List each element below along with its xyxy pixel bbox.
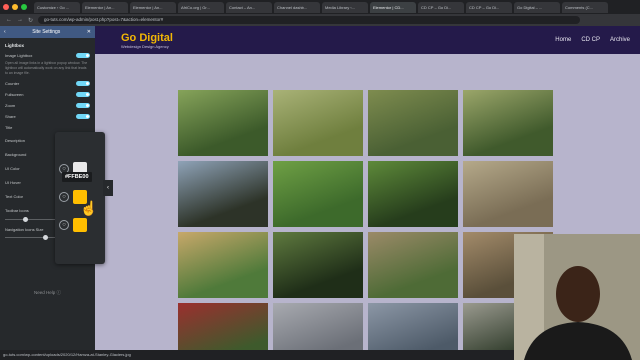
url-field[interactable]: go-tuts.com/wp-admin/post.php?post=7&act… [38, 16, 580, 24]
image-lightbox-row: Image Lightbox [0, 50, 95, 61]
gallery-photo[interactable] [178, 303, 268, 350]
logo-subtitle: Webdesign Design Agency [121, 43, 169, 49]
browser-tab[interactable]: Elementor | CD... [370, 1, 416, 13]
toggle-row-share: Share [0, 111, 95, 122]
gallery-photo[interactable] [463, 161, 553, 227]
site-logo[interactable]: Go Digital Webdesign Design Agency [121, 32, 173, 49]
lightbox-description: Open all image links in a lightbox popup… [5, 61, 88, 75]
toggle-rows: Counter Fullscreen Zoom Share [0, 78, 95, 122]
gallery-photo[interactable] [368, 161, 458, 227]
gallery-photo[interactable] [178, 161, 268, 227]
gallery-photo[interactable] [178, 232, 268, 298]
browser-tab[interactable]: Media Library ‹... [322, 1, 368, 13]
color-tooltip: #FFBE00 [62, 172, 92, 182]
presenter-video [514, 234, 640, 360]
close-window-button[interactable] [3, 4, 9, 10]
site-header: Go Digital Webdesign Design Agency Home C… [95, 26, 640, 54]
webcam-overlay [514, 234, 640, 360]
toggle-label: Counter [5, 81, 20, 86]
nav-link[interactable]: Archive [610, 37, 630, 43]
collapse-panel-button[interactable]: ‹ [103, 180, 113, 196]
color-row-label: Description [5, 137, 26, 143]
tabs: Customize ‹ Go ... Elementor | An... Eleme… [34, 1, 608, 13]
photo-gallery [178, 90, 553, 350]
browser-tab[interactable]: Channel dashb... [274, 1, 320, 13]
color-row-label: UI Color [5, 165, 20, 171]
forward-icon[interactable]: → [17, 17, 23, 23]
globe-icon[interactable]: ○ [59, 220, 69, 230]
slider-knob[interactable] [43, 235, 48, 240]
section-lightbox[interactable]: Lightbox [0, 38, 95, 50]
gallery-photo[interactable] [368, 90, 458, 156]
gallery-photo[interactable] [273, 232, 363, 298]
toggle-label: Share [5, 114, 16, 119]
gallery-photo[interactable] [178, 90, 268, 156]
hand-cursor-icon: ☝ [80, 200, 98, 216]
gallery-photo[interactable] [273, 90, 363, 156]
gallery-photo[interactable] [463, 90, 553, 156]
globe-icon[interactable]: ○ [59, 192, 69, 202]
panel-header: ‹ Site Settings ✕ [0, 26, 95, 38]
panel-title: Site Settings [32, 29, 61, 35]
color-popover: ○ ○ ○ [55, 132, 105, 264]
back-icon[interactable]: ← [6, 17, 12, 23]
color-swatch[interactable] [73, 218, 87, 232]
image-lightbox-toggle[interactable] [76, 53, 90, 58]
nav-link[interactable]: CD CP [581, 37, 600, 43]
toggle-label: Zoom [5, 103, 16, 108]
browser-tab[interactable]: Elementor | An... [130, 1, 176, 13]
color-row-label: UI Hover [5, 179, 21, 185]
toggle-row-zoom: Zoom [0, 100, 95, 111]
window-controls [3, 4, 27, 10]
image-lightbox-label: Image Lightbox [5, 53, 33, 58]
address-bar: ← → ↻ go-tuts.com/wp-admin/post.php?post… [0, 14, 640, 26]
tab-strip: Customize ‹ Go ... Elementor | An... Eleme… [0, 0, 640, 14]
color-row-label: Toolbar Icons [5, 207, 29, 213]
gallery-photo[interactable] [273, 161, 363, 227]
nav-link[interactable]: Home [555, 37, 571, 43]
close-icon[interactable]: ✕ [87, 29, 91, 35]
color-row-label: Text Color [5, 193, 24, 199]
browser-tab[interactable]: CD CP – Go Di... [418, 1, 464, 13]
status-bar: go-tuts.com/wp-content/uploads/2020/12/H… [0, 350, 200, 360]
browser-tab[interactable]: AfriCo.org | Gr... [178, 1, 224, 13]
minimize-window-button[interactable] [12, 4, 18, 10]
browser-tab[interactable]: Go Digital – ... [514, 1, 560, 13]
toggle-switch[interactable] [76, 81, 90, 86]
nav-icons-label: Navigation Icons Size [5, 227, 44, 232]
toggle-switch[interactable] [76, 103, 90, 108]
browser-tab[interactable]: Customize ‹ Go ... [34, 1, 80, 13]
browser-tab[interactable]: Elementor | An... [82, 1, 128, 13]
color-row-label: Background [5, 151, 27, 157]
toggle-switch[interactable] [76, 114, 90, 119]
gallery-photo[interactable] [368, 232, 458, 298]
back-arrow-icon[interactable]: ‹ [4, 29, 6, 35]
swatch-row: ○ [59, 218, 87, 232]
browser-tab[interactable]: Comments (C... [562, 1, 608, 13]
need-help-label: Need Help [34, 290, 56, 295]
toggle-switch[interactable] [76, 92, 90, 97]
toggle-row-fullscreen: Fullscreen [0, 89, 95, 100]
screen: { "browser": { "tabs": ["Customize \u203… [0, 0, 640, 360]
gallery-photo[interactable] [273, 303, 363, 350]
reload-icon[interactable]: ↻ [28, 17, 33, 24]
toggle-label: Fullscreen [5, 92, 24, 97]
browser-tab[interactable]: Contact – An... [226, 1, 272, 13]
slider-knob[interactable] [23, 217, 28, 222]
gallery-photo[interactable] [368, 303, 458, 350]
maximize-window-button[interactable] [21, 4, 27, 10]
logo-title: Go Digital [121, 31, 173, 44]
title-label: Title [5, 125, 13, 130]
toggle-row-counter: Counter [0, 78, 95, 89]
browser-tab[interactable]: CD CP – Go Di... [466, 1, 512, 13]
site-nav: Home CD CP Archive [555, 37, 630, 43]
need-help-link[interactable]: Need Help ⓘ [34, 290, 61, 296]
